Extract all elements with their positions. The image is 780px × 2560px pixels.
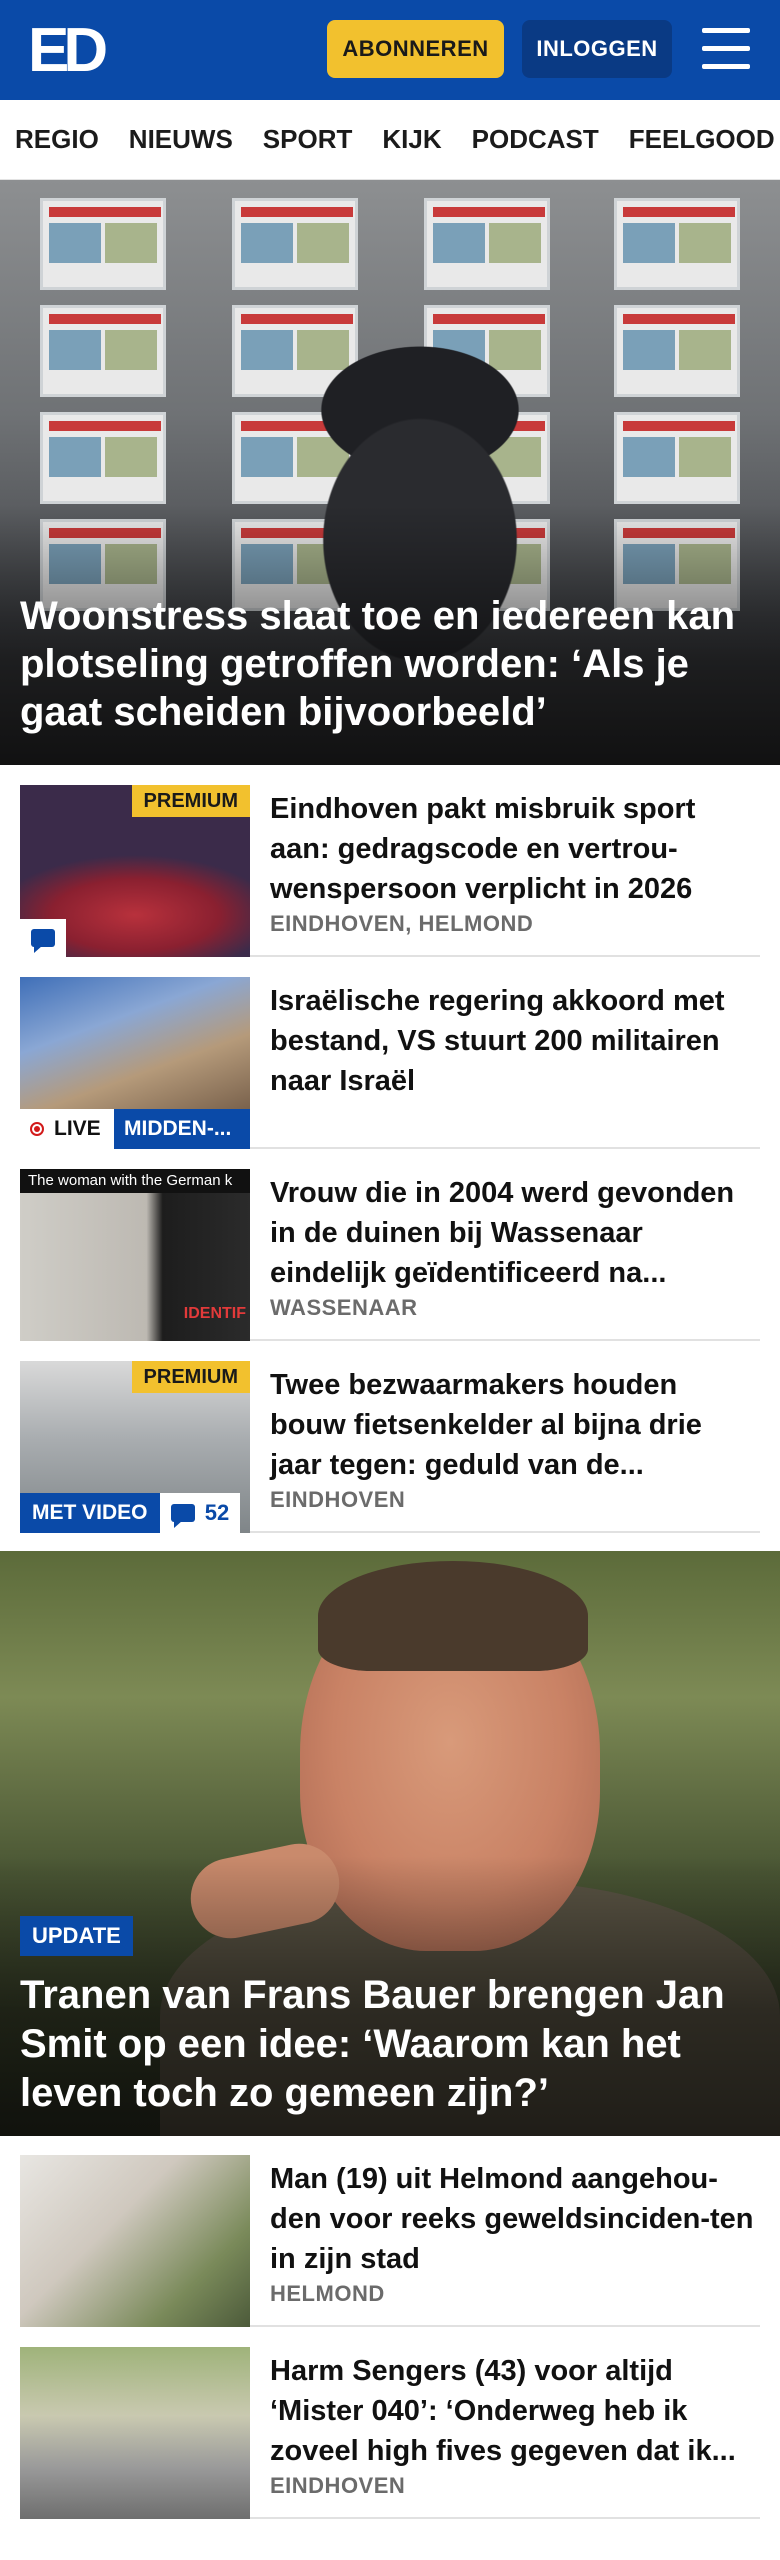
list-item[interactable]: LIVE MIDDEN-... Israëlische regering akk…	[20, 977, 760, 1149]
article-location: EINDHOVEN	[270, 2473, 406, 2498]
update-badge: UPDATE	[20, 1916, 133, 1956]
feature-headline[interactable]: Tranen van Frans Bauer brengen Jan Smit …	[20, 1971, 760, 2118]
top-header: ED ABONNEREN INLOGGEN	[0, 0, 780, 100]
list-item[interactable]: PREMIUM MET VIDEO 52 Twee bezwaarmakers …	[20, 1361, 760, 1533]
article-location: EINDHOVEN	[270, 1487, 406, 1512]
list-item[interactable]: PREMIUM Eindhoven pakt misbruik sport aa…	[20, 785, 760, 957]
article-location: EINDHOVEN, HELMOND	[270, 911, 534, 936]
nav-item-kijk[interactable]: KIJK	[382, 124, 441, 155]
subscribe-button[interactable]: ABONNEREN	[327, 20, 504, 78]
live-label: LIVE	[54, 1117, 101, 1140]
article-title[interactable]: Eindhoven pakt misbruik sport aan: gedra…	[270, 789, 760, 909]
hero-headline[interactable]: Woonstress slaat toe en iedereen kan plo…	[20, 592, 760, 736]
video-badge: MET VIDEO	[20, 1493, 160, 1533]
nav-item-nieuws[interactable]: NIEUWS	[129, 124, 233, 155]
article-title[interactable]: Harm Sengers (43) voor altijd ‘Mister 04…	[270, 2351, 760, 2471]
article-title[interactable]: Israëlische regering akkoord met bestand…	[270, 981, 760, 1101]
premium-badge: PREMIUM	[131, 1361, 250, 1393]
article-title[interactable]: Vrouw die in 2004 werd gevonden in de du…	[270, 1173, 760, 1293]
article-thumbnail: PREMIUM MET VIDEO 52	[20, 1361, 250, 1533]
nav-item-feelgood[interactable]: FEELGOOD	[629, 124, 775, 155]
article-title[interactable]: Twee bezwaarmakers houden bouw fietsenke…	[270, 1365, 760, 1485]
article-thumbnail	[20, 2155, 250, 2327]
feature-article[interactable]: UPDATE Tranen van Frans Bauer brengen Ja…	[0, 1551, 780, 2136]
article-thumbnail: PREMIUM	[20, 785, 250, 957]
article-location: WASSENAAR	[270, 1295, 418, 1320]
thumbnail-caption-secondary: IDENTIF	[183, 1305, 246, 1322]
article-thumbnail: LIVE MIDDEN-...	[20, 977, 250, 1149]
nav-item-sport[interactable]: SPORT	[263, 124, 353, 155]
hero-article[interactable]: Woonstress slaat toe en iedereen kan plo…	[0, 180, 780, 765]
thumbnail-caption: The woman with the German k	[20, 1169, 250, 1193]
list-item[interactable]: Man (19) uit Helmond aangehou-den voor r…	[20, 2155, 760, 2327]
comment-count: 52	[204, 1500, 230, 1525]
category-badge: MIDDEN-...	[114, 1109, 250, 1149]
live-badge: LIVE	[20, 1109, 114, 1149]
comment-icon	[170, 1504, 195, 1528]
article-thumbnail	[20, 2347, 250, 2519]
section-nav: REGIO NIEUWS SPORT KIJK PODCAST FEELGOOD	[0, 100, 780, 180]
article-thumbnail: The woman with the German k IDENTIF	[20, 1169, 250, 1341]
article-title[interactable]: Man (19) uit Helmond aangehou-den voor r…	[270, 2159, 760, 2279]
nav-item-podcast[interactable]: PODCAST	[472, 124, 599, 155]
comment-icon[interactable]	[20, 919, 66, 957]
comment-count-badge[interactable]: 52	[160, 1493, 240, 1533]
live-dot-icon	[30, 1122, 44, 1136]
list-item[interactable]: The woman with the German k IDENTIF Vrou…	[20, 1169, 760, 1341]
login-button[interactable]: INLOGGEN	[522, 20, 672, 78]
premium-badge: PREMIUM	[131, 785, 250, 817]
hamburger-menu-icon[interactable]	[700, 26, 752, 72]
ed-logo[interactable]: ED	[28, 16, 108, 85]
nav-item-regio[interactable]: REGIO	[15, 124, 99, 155]
article-location: HELMOND	[270, 2281, 385, 2306]
list-item[interactable]: Harm Sengers (43) voor altijd ‘Mister 04…	[20, 2347, 760, 2519]
